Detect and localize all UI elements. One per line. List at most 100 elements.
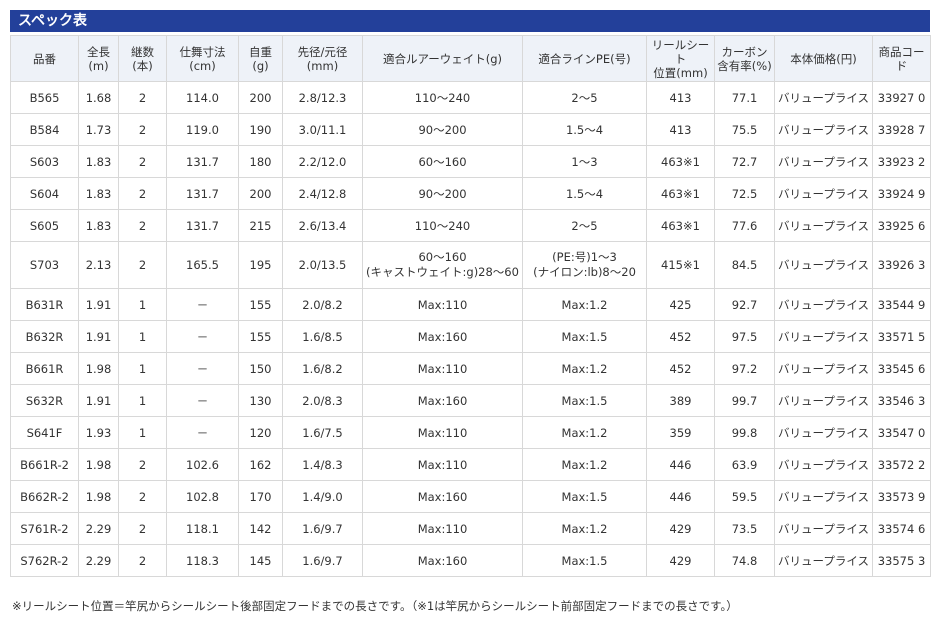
cell-text: S603	[29, 154, 60, 169]
cell-text: 446	[669, 457, 692, 472]
table-cell: (PE:号)1～3 (ナイロン:lb)8～20	[522, 241, 647, 289]
table-cell: Max:1.2	[522, 416, 647, 449]
table-cell: 1.98	[78, 352, 119, 385]
cell-text: 72.7	[731, 154, 758, 169]
table-cell: 118.1	[166, 512, 239, 545]
table-cell: バリュープライス	[774, 209, 873, 242]
table-cell: B632R	[10, 320, 79, 353]
table-cell: 110～240	[362, 81, 523, 114]
table-row: S641F 1.93 1 － 120 1.6/7.5 Max:110 Max:1.2 359 99…	[10, 416, 931, 449]
table-cell: 33544 9	[872, 288, 931, 321]
cell-text: Max:160	[417, 489, 468, 504]
cell-text: B631R	[25, 297, 64, 312]
table-cell: 63.9	[714, 448, 775, 481]
table-cell: 425	[646, 288, 715, 321]
cell-text: 1.83	[85, 218, 112, 233]
cell-text: 60～160	[418, 154, 467, 169]
cell-text: 463※1	[661, 186, 700, 201]
cell-text: バリュープライス	[778, 361, 869, 376]
cell-text: S604	[29, 186, 60, 201]
cell-text: Max:110	[417, 457, 468, 472]
table-row: B662R-2 1.98 2 102.8 170 1.4/9.0 Max:160 Max:1.…	[10, 480, 931, 513]
table-cell: Max:160	[362, 480, 523, 513]
table-cell: バリュープライス	[774, 448, 873, 481]
cell-text: バリュープライス	[778, 297, 869, 312]
cell-text: 33573 9	[877, 489, 926, 504]
cell-text: 33544 9	[877, 297, 926, 312]
table-cell: B584	[10, 113, 79, 146]
cell-text: 33923 2	[877, 154, 926, 169]
column-header-text: 全長(m)	[87, 44, 110, 73]
table-cell: 1	[118, 288, 167, 321]
cell-text: 120	[249, 425, 272, 440]
cell-text: 2.0/8.3	[302, 393, 343, 408]
table-cell: 2	[118, 512, 167, 545]
table-cell: 97.5	[714, 320, 775, 353]
cell-text: Max:1.5	[561, 329, 608, 344]
table-cell: 2	[118, 480, 167, 513]
cell-text: 2	[138, 218, 147, 233]
cell-text: Max:1.2	[561, 361, 608, 376]
cell-text: 2	[138, 90, 147, 105]
table-cell: 200	[238, 177, 283, 210]
table-cell: 195	[238, 241, 283, 289]
cell-text: 114.0	[186, 90, 219, 105]
column-header-text: 先径/元径(mm)	[297, 44, 348, 73]
table-cell: －	[166, 320, 239, 353]
cell-text: 413	[669, 122, 692, 137]
table-header-row: 品番 全長(m) 継数(本) 仕舞寸法(cm) 自重(g) 先径/元径(mm) 適合ルアーウ…	[10, 35, 931, 82]
cell-text: Max:160	[417, 329, 468, 344]
cell-text: 162	[249, 457, 272, 472]
table-cell: S761R-2	[10, 512, 79, 545]
cell-text: 2	[138, 489, 147, 504]
column-header: カーボン 含有率(%)	[714, 35, 775, 82]
table-cell: バリュープライス	[774, 384, 873, 417]
cell-text: 77.1	[731, 90, 758, 105]
table-cell: 2～5	[522, 81, 647, 114]
table-cell: 131.7	[166, 177, 239, 210]
cell-text: 92.7	[731, 297, 758, 312]
cell-text: バリュープライス	[778, 553, 869, 568]
column-header: 全長(m)	[78, 35, 119, 82]
cell-text: 429	[669, 521, 692, 536]
table-cell: バリュープライス	[774, 113, 873, 146]
cell-text: 102.6	[186, 457, 219, 472]
table-row: S761R-2 2.29 2 118.1 142 1.6/9.7 Max:110 Max:1.…	[10, 512, 931, 545]
table-cell: 446	[646, 448, 715, 481]
table-cell: 77.1	[714, 81, 775, 114]
table-cell: 3.0/11.1	[282, 113, 363, 146]
table-cell: 1.91	[78, 288, 119, 321]
table-cell: 90～200	[362, 177, 523, 210]
table-cell: －	[166, 352, 239, 385]
cell-text: Max:110	[417, 297, 468, 312]
cell-text: 2	[138, 257, 147, 272]
cell-text: 33926 3	[877, 257, 926, 272]
table-cell: 130	[238, 384, 283, 417]
table-cell: 99.8	[714, 416, 775, 449]
table-cell: 75.5	[714, 113, 775, 146]
cell-text: バリュープライス	[778, 122, 869, 137]
cell-text: 33924 9	[877, 186, 926, 201]
table-cell: 463※1	[646, 209, 715, 242]
cell-text: 2～5	[571, 90, 598, 105]
cell-text: 452	[669, 329, 692, 344]
cell-text: 1.6/9.7	[302, 553, 343, 568]
column-header-text: 本体価格(円)	[790, 51, 857, 66]
cell-text: 2.0/8.2	[302, 297, 343, 312]
cell-text: 446	[669, 489, 692, 504]
table-cell: 33928 7	[872, 113, 931, 146]
cell-text: バリュープライス	[778, 186, 869, 201]
cell-text: 73.5	[731, 521, 758, 536]
table-cell: 190	[238, 113, 283, 146]
cell-text: S641F	[26, 425, 63, 440]
table-cell: Max:1.2	[522, 288, 647, 321]
cell-text: 1.83	[85, 154, 112, 169]
table-cell: 33923 2	[872, 145, 931, 178]
cell-text: 33575 3	[877, 553, 926, 568]
table-cell: 1.83	[78, 177, 119, 210]
table-cell: 1.93	[78, 416, 119, 449]
table-cell: 33924 9	[872, 177, 931, 210]
cell-text: 72.5	[731, 186, 758, 201]
table-cell: 2.29	[78, 512, 119, 545]
cell-text: 110～240	[414, 90, 471, 105]
